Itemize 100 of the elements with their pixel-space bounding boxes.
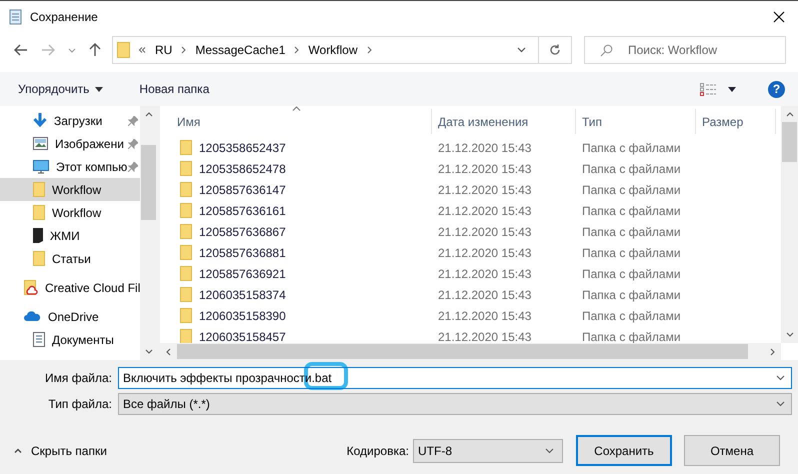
folder-icon	[180, 266, 192, 281]
type-cell: Папка с файлами	[582, 308, 681, 322]
encoding-dropdown[interactable]: UTF-8	[413, 438, 563, 462]
save-button[interactable]: Сохранить	[576, 435, 672, 466]
folder-icon	[180, 308, 192, 323]
double-chevron-icon[interactable]	[138, 47, 146, 53]
file-name[interactable]: 1205857636881	[199, 246, 286, 260]
chevron-down-icon[interactable]	[776, 375, 785, 381]
file-name[interactable]: 1206035158457	[199, 330, 286, 343]
file-name[interactable]: 1206035158374	[199, 288, 286, 302]
chevron-down-icon[interactable]	[144, 349, 152, 354]
help-button[interactable]: ?	[768, 80, 785, 98]
monitor-icon	[33, 160, 49, 174]
caret-icon	[95, 86, 104, 92]
folder-icon	[180, 203, 192, 218]
chevron-left-icon[interactable]	[166, 348, 171, 356]
filename-label: Имя файла:	[44, 371, 113, 385]
folder-icon	[180, 140, 192, 155]
date-cell: 21.12.2020 15:43	[438, 308, 532, 322]
chevron-up-icon[interactable]	[786, 112, 794, 117]
folder-icon	[180, 287, 192, 302]
sidebar-item[interactable]: ЖМИ	[0, 224, 140, 247]
type-cell: Папка с файлами	[582, 330, 681, 343]
sidebar-item[interactable]: Статьи	[0, 247, 140, 270]
date-cell: 21.12.2020 15:43	[438, 204, 532, 218]
file-name[interactable]: 1205857636147	[199, 182, 286, 196]
cloud-icon	[24, 311, 41, 322]
hide-folders-button[interactable]: Скрыть папки	[14, 444, 107, 458]
sidebar-item[interactable]: Этот компью	[0, 155, 140, 178]
search-field[interactable]: Поиск: Workflow	[584, 36, 786, 64]
filetype-dropdown[interactable]: Все файлы (*.*)	[118, 393, 792, 415]
chevron-up-icon[interactable]	[144, 112, 152, 117]
folder-icon	[33, 182, 45, 197]
scrollbar[interactable]	[140, 106, 157, 360]
date-cell: 21.12.2020 15:43	[438, 266, 532, 280]
chevron-down-icon	[545, 448, 554, 454]
caret-icon[interactable]	[728, 86, 736, 92]
sidebar-item[interactable]: Загрузки	[0, 109, 140, 132]
scrollbar-thumb[interactable]	[782, 122, 797, 162]
scrollbar[interactable]	[160, 343, 781, 360]
file-name[interactable]: 1205857636867	[199, 224, 286, 238]
breadcrumb-item[interactable]: MessageCache1	[195, 43, 286, 57]
cancel-button[interactable]: Отмена	[684, 435, 780, 466]
file-name[interactable]: 1206035158390	[199, 308, 286, 322]
scrollbar-thumb[interactable]	[177, 344, 748, 359]
column-header[interactable]: Размер	[696, 109, 776, 134]
filetype-label: Тип файла:	[47, 397, 113, 411]
type-cell: Папка с файлами	[582, 224, 681, 238]
date-cell: 21.12.2020 15:43	[438, 246, 532, 260]
chevron-right-icon[interactable]	[294, 46, 300, 54]
view-options-icon[interactable]	[700, 82, 716, 96]
sidebar-item[interactable]: Изображени	[0, 132, 140, 155]
column-header[interactable]: Дата изменения	[432, 109, 576, 134]
up-arrow-icon[interactable]	[89, 43, 101, 57]
type-cell: Папка с файлами	[582, 266, 681, 280]
date-cell: 21.12.2020 15:43	[438, 288, 532, 302]
file-name[interactable]: 1205358652478	[199, 162, 286, 176]
chevron-right-icon[interactable]	[770, 348, 775, 356]
folder-icon	[180, 329, 192, 343]
breadcrumb-item[interactable]: RU	[155, 43, 172, 57]
date-cell: 21.12.2020 15:43	[438, 162, 532, 176]
breadcrumb-item[interactable]: Workflow	[308, 43, 358, 57]
date-cell: 21.12.2020 15:43	[438, 182, 532, 196]
pin-icon[interactable]	[128, 139, 138, 149]
type-cell: Папка с файлами	[582, 288, 681, 302]
type-cell: Папка с файлами	[582, 182, 681, 196]
folder-icon	[180, 161, 192, 176]
folder-icon	[117, 42, 130, 58]
sidebar-item[interactable]: Workflow	[0, 201, 140, 224]
chevron-down-icon[interactable]	[517, 47, 526, 53]
pin-icon[interactable]	[128, 116, 138, 126]
scrollbar[interactable]	[781, 106, 798, 343]
window-title: Сохранение	[30, 10, 98, 24]
chevron-right-icon[interactable]	[181, 46, 186, 54]
pin-icon[interactable]	[128, 162, 138, 172]
document-icon	[33, 332, 45, 347]
sidebar-item[interactable]: OneDrive	[0, 305, 140, 328]
chevron-right-icon[interactable]	[366, 46, 372, 54]
column-header[interactable]: Тип	[576, 109, 696, 134]
address-bar[interactable]: RU MessageCache1 Workflow	[112, 36, 572, 64]
sidebar-item[interactable]: Workflow	[0, 178, 140, 201]
picture-icon	[33, 137, 48, 150]
type-cell: Папка с файлами	[582, 204, 681, 218]
type-cell: Папка с файлами	[582, 246, 681, 260]
organize-button[interactable]: Упорядочить	[10, 78, 112, 100]
sidebar-item[interactable]: Creative Cloud Fil	[0, 276, 140, 299]
date-cell: 21.12.2020 15:43	[438, 140, 532, 154]
type-cell: Папка с файлами	[582, 140, 681, 154]
scrollbar-thumb[interactable]	[141, 145, 156, 220]
date-cell: 21.12.2020 15:43	[438, 330, 532, 343]
new-folder-button[interactable]: Новая папка	[131, 78, 218, 100]
sidebar-item[interactable]: Документы	[0, 328, 140, 351]
file-name[interactable]: 1205857636921	[199, 266, 286, 280]
column-header[interactable]: Имя	[160, 109, 432, 134]
folder-icon	[33, 251, 45, 266]
chevron-down-icon[interactable]	[786, 332, 794, 337]
file-name[interactable]: 1205358652437	[199, 140, 286, 154]
back-arrow-icon[interactable]	[14, 44, 28, 56]
close-icon[interactable]	[773, 10, 785, 22]
file-name[interactable]: 1205857636161	[199, 204, 286, 218]
